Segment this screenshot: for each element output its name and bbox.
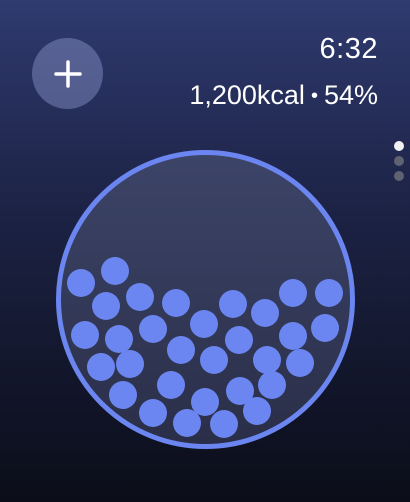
progress-ball: [210, 410, 238, 438]
progress-ball: [279, 279, 307, 307]
page-dot-2[interactable]: [394, 156, 404, 166]
progress-percent: 54%: [323, 80, 378, 110]
progress-ball: [258, 371, 286, 399]
progress-ball: [71, 321, 99, 349]
progress-ball: [190, 310, 218, 338]
progress-ball: [253, 346, 281, 374]
progress-ball: [200, 346, 228, 374]
progress-bowl: [56, 150, 355, 449]
progress-ball: [139, 315, 167, 343]
clock-time: 6:32: [319, 33, 378, 65]
watch-screen: 6:32 1,200kcal • 54%: [0, 0, 410, 502]
page-indicator[interactable]: [394, 141, 406, 186]
progress-ball: [92, 292, 120, 320]
progress-ball: [173, 409, 201, 437]
progress-ball: [286, 349, 314, 377]
progress-ball: [126, 283, 154, 311]
progress-ball: [157, 371, 185, 399]
progress-ball: [139, 399, 167, 427]
plus-icon: [53, 59, 82, 88]
stats-separator: •: [310, 85, 318, 107]
add-button[interactable]: [32, 38, 103, 109]
progress-ball: [116, 350, 144, 378]
progress-ball: [279, 322, 307, 350]
progress-ball: [105, 325, 133, 353]
progress-ball: [315, 279, 343, 307]
progress-ball: [167, 336, 195, 364]
progress-ball: [219, 290, 247, 318]
progress-ball: [101, 257, 129, 285]
page-dot-3[interactable]: [394, 171, 404, 181]
progress-ball: [67, 269, 95, 297]
calorie-summary: 1,200kcal • 54%: [189, 80, 378, 111]
progress-ball: [311, 314, 339, 342]
progress-ball: [243, 397, 271, 425]
page-dot-1[interactable]: [394, 141, 404, 151]
calorie-count: 1,200kcal: [189, 80, 305, 110]
progress-ball: [87, 353, 115, 381]
progress-ball: [162, 289, 190, 317]
progress-ball: [109, 381, 137, 409]
progress-ball: [225, 326, 253, 354]
progress-ball: [251, 299, 279, 327]
